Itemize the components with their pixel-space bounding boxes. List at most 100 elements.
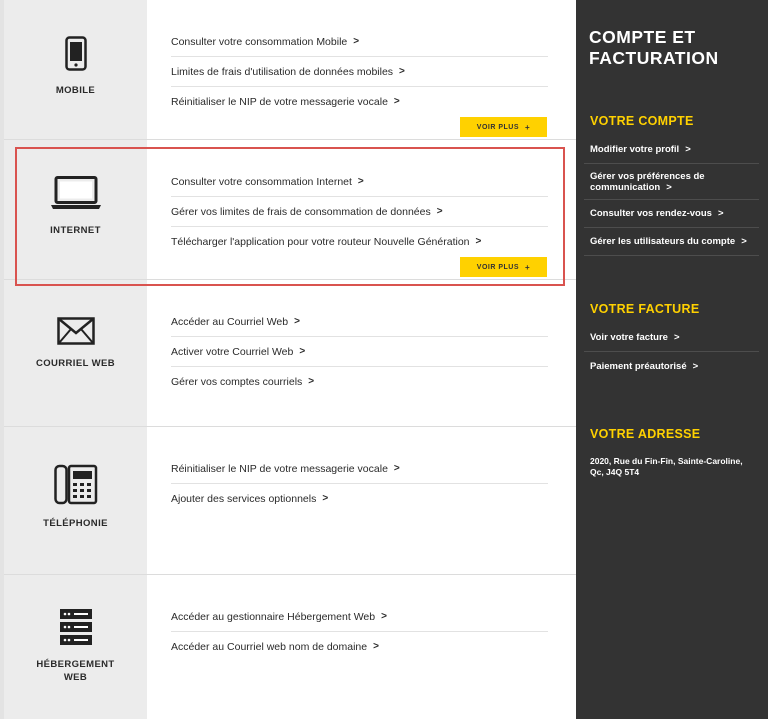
sidebar-title: COMPTE ET FACTURATION <box>589 27 759 69</box>
plus-icon: + <box>525 262 531 272</box>
plus-icon: + <box>525 122 531 132</box>
voir-plus-button[interactable]: VOIR PLUS + <box>460 257 547 277</box>
envelope-icon <box>56 317 95 350</box>
section-internet: INTERNET Consulter votre consommation In… <box>4 140 576 280</box>
link-manage-mail-accounts[interactable]: Gérer vos comptes courriels > <box>171 367 548 397</box>
link-consumption-mobile[interactable]: Consulter votre consommation Mobile > <box>171 27 548 57</box>
voir-plus-label: VOIR PLUS <box>476 123 520 131</box>
chevron-right-icon: > <box>393 462 400 474</box>
chevron-right-icon: > <box>692 361 699 372</box>
sidebar-item-label: Voir votre facture <box>590 331 668 343</box>
link-activate-webmail[interactable]: Activer votre Courriel Web > <box>171 337 548 367</box>
link-consumption-internet[interactable]: Consulter votre consommation Internet > <box>171 167 548 197</box>
sidebar-item-label: Paiement préautorisé <box>590 361 687 372</box>
link-label: Réinitialiser le NIP de votre messagerie… <box>171 96 388 108</box>
link-label: Réinitialiser le NIP de votre messagerie… <box>171 462 388 475</box>
link-label: Accéder au Courriel Web <box>171 315 289 328</box>
sidebar-item-account-users[interactable]: Gérer les utilisateurs du compte > <box>584 228 759 256</box>
sidebar-item-view-bill[interactable]: Voir votre facture > <box>584 323 759 352</box>
chevron-right-icon: > <box>294 315 300 327</box>
section-icon-column: TÉLÉPHONIE <box>4 427 147 574</box>
chevron-right-icon: > <box>717 208 724 219</box>
link-label: Télécharger l'application pour votre rou… <box>171 236 470 248</box>
sidebar-item-appointments[interactable]: Consulter vos rendez-vous > <box>584 200 759 228</box>
sidebar-item-preauthorized-payment[interactable]: Paiement préautorisé > <box>584 352 759 381</box>
chevron-right-icon: > <box>357 175 364 187</box>
sidebar-item-edit-profile[interactable]: Modifier votre profil > <box>584 135 759 164</box>
link-router-app[interactable]: Télécharger l'application pour votre rou… <box>171 227 548 257</box>
section-webmail: COURRIEL WEB Accéder au Courriel Web > Ac… <box>4 280 576 427</box>
link-access-webmail[interactable]: Accéder au Courriel Web > <box>171 307 548 337</box>
laptop-icon <box>50 176 102 215</box>
billing-menu: Voir votre facture > Paiement préautorisé… <box>584 323 759 381</box>
account-heading: VOTRE COMPTE <box>590 114 694 128</box>
section-label: MOBILE <box>55 85 96 96</box>
section-icon-column: INTERNET <box>4 140 147 279</box>
link-domain-webmail[interactable]: Accéder au Courriel web nom de domaine > <box>171 632 548 662</box>
chevron-right-icon: > <box>436 205 443 217</box>
sidebar-title-line: COMPTE ET <box>589 27 696 47</box>
chevron-right-icon: > <box>673 331 680 343</box>
section-label: TÉLÉPHONIE <box>43 518 108 529</box>
chevron-right-icon: > <box>381 610 387 622</box>
chevron-right-icon: > <box>353 35 360 47</box>
chevron-right-icon: > <box>741 236 747 247</box>
sidebar-item-label: Gérer les utilisateurs du compte <box>590 236 736 247</box>
sidebar-title-line: FACTURATION <box>589 48 719 68</box>
link-label: Consulter votre consommation Mobile <box>171 35 348 48</box>
section-links: Consulter votre consommation Mobile > Lim… <box>171 27 548 117</box>
link-label: Activer votre Courriel Web <box>171 345 294 358</box>
link-optional-services[interactable]: Ajouter des services optionnels > <box>171 484 548 514</box>
chevron-right-icon: > <box>373 641 379 652</box>
sidebar-item-label: Modifier votre profil <box>590 143 680 155</box>
address-heading: VOTRE ADRESSE <box>590 427 701 441</box>
account-billing-sidebar: COMPTE ET FACTURATION VOTRE COMPTE Modif… <box>576 0 768 719</box>
voir-plus-button[interactable]: VOIR PLUS + <box>460 117 547 137</box>
section-icon-column: MOBILE <box>4 0 147 139</box>
services-list: MOBILE Consulter votre consommation Mobi… <box>4 0 576 719</box>
sidebar-item-communication-prefs[interactable]: Gérer vos préférences de communication > <box>584 164 759 200</box>
link-label: Ajouter des services optionnels <box>171 493 317 505</box>
link-label: Gérer vos limites de frais de consommati… <box>171 205 431 218</box>
section-links: Accéder au Courriel Web > Activer votre C… <box>171 307 548 397</box>
section-links: Réinitialiser le NIP de votre messagerie… <box>171 454 548 514</box>
chevron-right-icon: > <box>475 236 482 247</box>
link-reset-voicemail-pin[interactable]: Réinitialiser le NIP de votre messagerie… <box>171 87 548 117</box>
link-data-limits[interactable]: Gérer vos limites de frais de consommati… <box>171 197 548 227</box>
server-icon <box>59 609 92 650</box>
chevron-right-icon: > <box>399 65 405 77</box>
link-hosting-manager[interactable]: Accéder au gestionnaire Hébergement Web > <box>171 602 548 632</box>
section-links: Consulter votre consommation Internet > G… <box>171 167 548 257</box>
chevron-right-icon: > <box>685 143 691 155</box>
mobile-phone-icon <box>64 36 87 76</box>
section-icon-column: HÉBERGEMENT WEB <box>4 575 147 719</box>
link-mobile-data-limits[interactable]: Limites de frais d'utilisation de donnée… <box>171 57 548 87</box>
section-label-line: HÉBERGEMENT <box>36 659 115 670</box>
account-menu: Modifier votre profil > Gérer vos préfére… <box>584 135 759 256</box>
address-text: 2020, Rue du Fin-Fin, Sainte-Caroline, Q… <box>590 456 743 477</box>
section-mobile: MOBILE Consulter votre consommation Mobi… <box>4 0 576 140</box>
voir-plus-label: VOIR PLUS <box>476 263 520 271</box>
chevron-right-icon: > <box>308 376 315 387</box>
desk-phone-icon <box>53 463 98 510</box>
chevron-right-icon: > <box>666 181 672 193</box>
section-label: INTERNET <box>50 225 101 236</box>
chevron-right-icon: > <box>299 345 306 357</box>
section-label: COURRIEL WEB <box>35 358 116 369</box>
section-web-hosting: HÉBERGEMENT WEB Accéder au gestionnaire … <box>4 575 576 719</box>
sidebar-item-label: Consulter vos rendez-vous <box>590 208 712 219</box>
link-label: Accéder au Courriel web nom de domaine <box>171 641 368 653</box>
chevron-right-icon: > <box>393 96 400 107</box>
link-label: Accéder au gestionnaire Hébergement Web <box>171 610 376 623</box>
section-telephony: TÉLÉPHONIE Réinitialiser le NIP de votre… <box>4 427 576 575</box>
section-label: HÉBERGEMENT WEB <box>4 658 147 684</box>
section-icon-column: COURRIEL WEB <box>4 280 147 426</box>
sidebar-item-text: Gérer vos préférences de communication <box>590 170 705 193</box>
section-label-line: WEB <box>63 672 88 683</box>
link-label: Gérer vos comptes courriels <box>171 376 303 388</box>
link-reset-voicemail-pin[interactable]: Réinitialiser le NIP de votre messagerie… <box>171 454 548 484</box>
sidebar-item-label: Gérer vos préférences de communication > <box>590 171 753 193</box>
chevron-right-icon: > <box>322 493 329 504</box>
section-links: Accéder au gestionnaire Hébergement Web >… <box>171 602 548 662</box>
account-services-page: MOBILE Consulter votre consommation Mobi… <box>0 0 768 719</box>
